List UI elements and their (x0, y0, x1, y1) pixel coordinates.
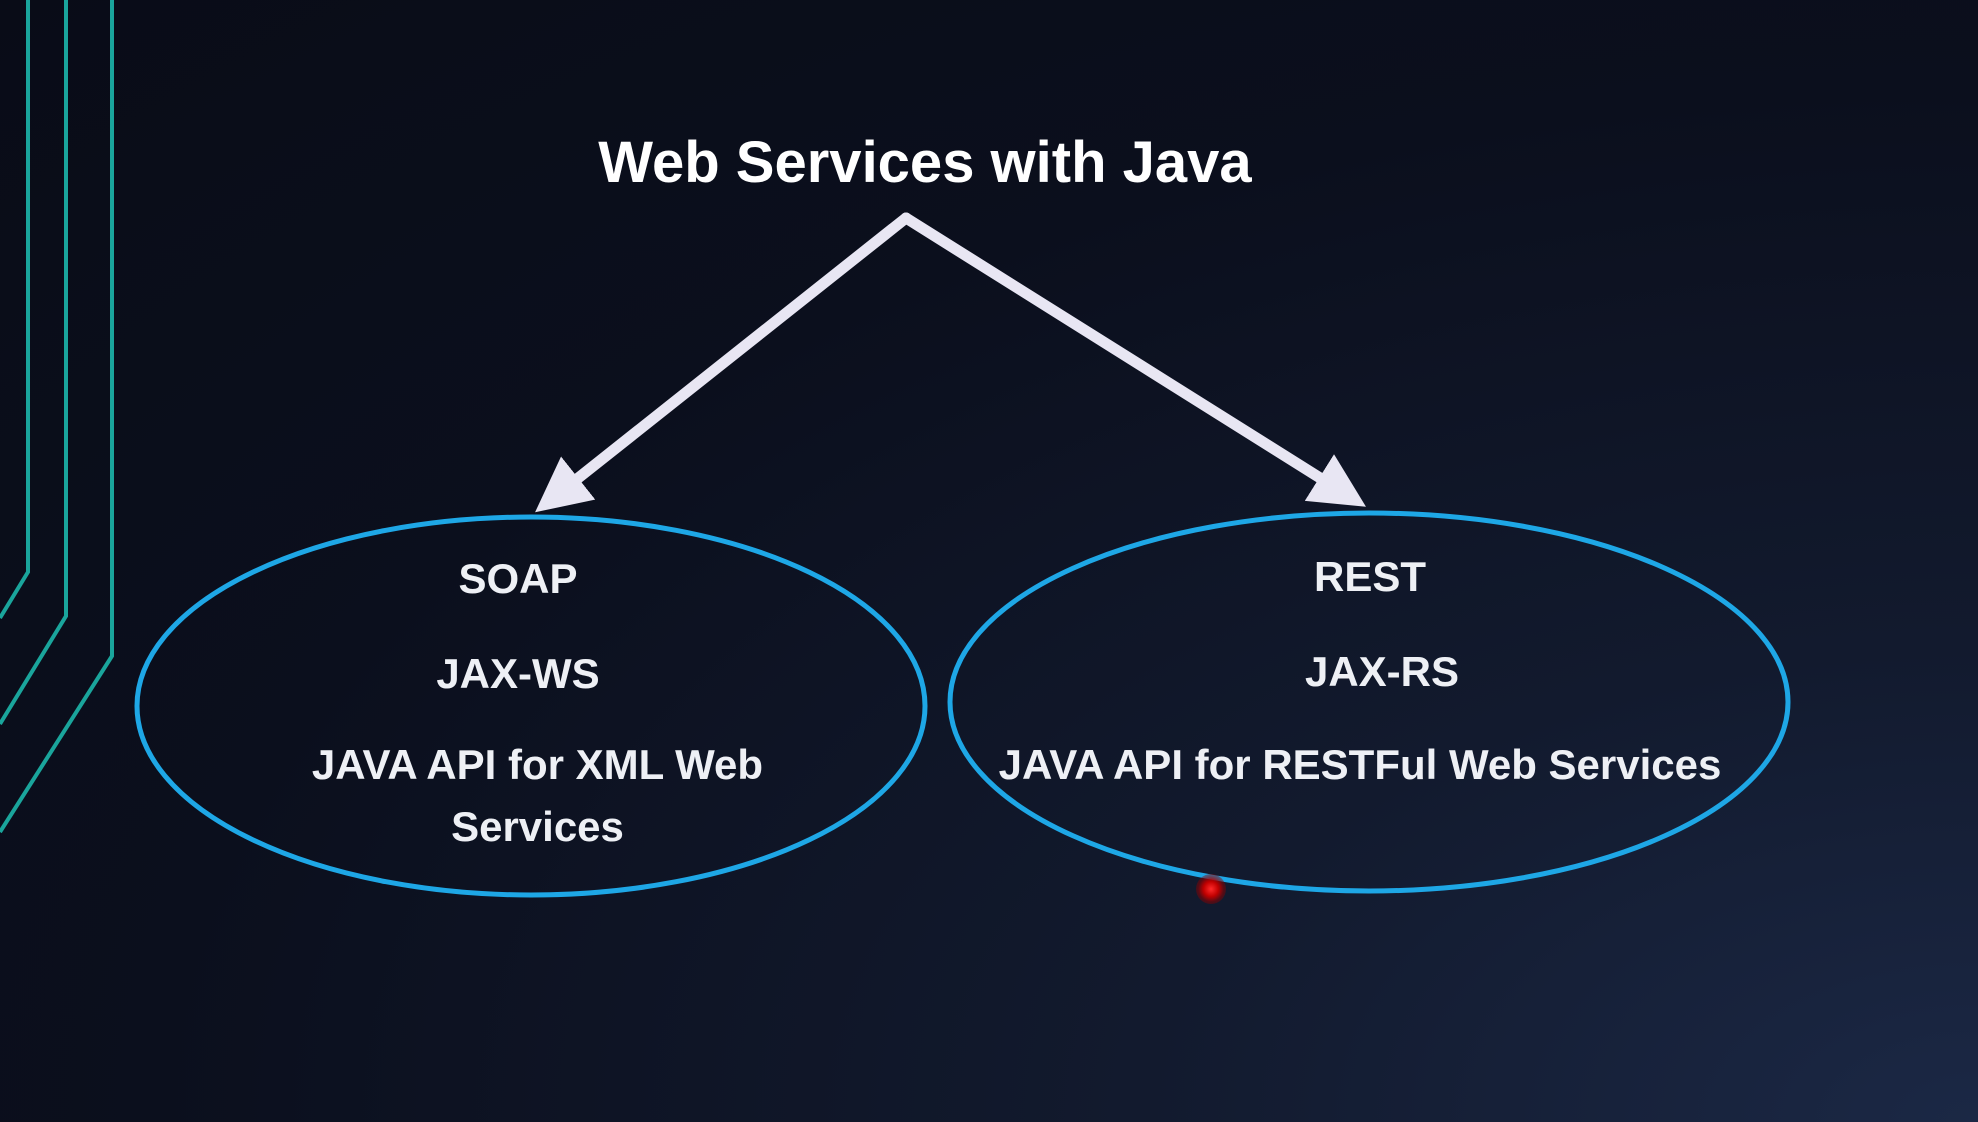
accent-line-inner (0, 0, 30, 620)
laser-pointer-icon (1196, 874, 1226, 904)
arrow-to-soap (535, 212, 912, 513)
soap-label: SOAP (458, 555, 578, 602)
slide: Web Services with Java SOAP JAX-WS JAVA … (0, 0, 1978, 1122)
accent-line-outer (0, 0, 114, 834)
jax-rs-label: JAX-RS (1304, 648, 1460, 695)
jax-ws-label: JAX-WS (436, 650, 600, 697)
diagram-title: Web Services with Java (598, 130, 1252, 195)
soap-description: JAVA API for XML Web Services (311, 741, 764, 850)
arrow-to-rest (900, 212, 1366, 507)
accent-line-middle (0, 0, 68, 726)
decorative-accent-lines (0, 0, 114, 834)
rest-description: JAVA API for RESTFul Web Services (998, 741, 1722, 788)
rest-label: REST (1313, 553, 1426, 600)
